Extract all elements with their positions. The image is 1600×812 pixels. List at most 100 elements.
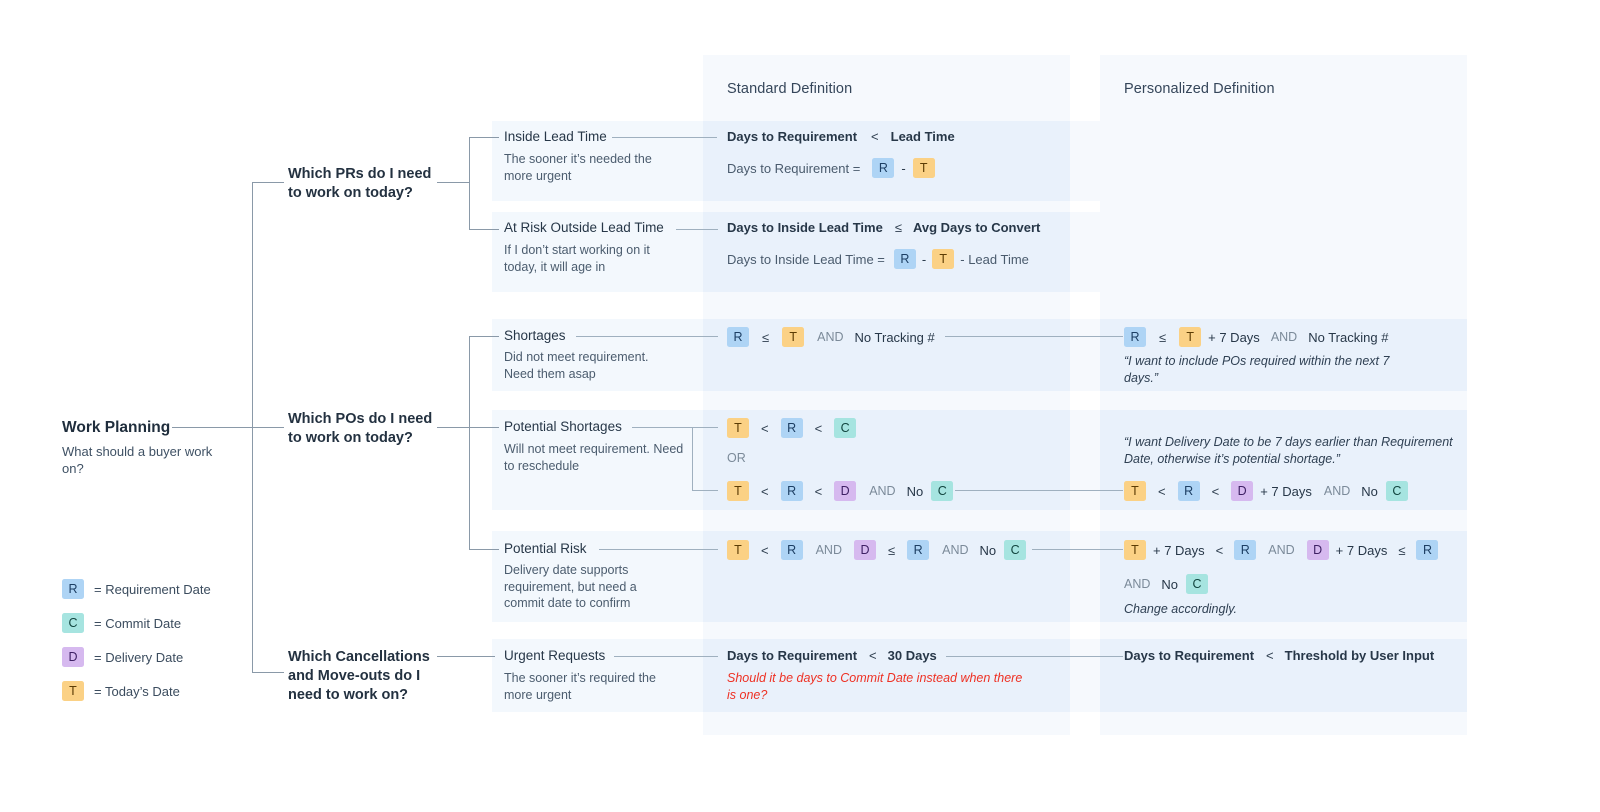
token-T-icon: T [727, 540, 749, 560]
connector-pos-child-2 [469, 427, 499, 428]
token-R-icon: R [893, 249, 916, 269]
formula-operator: < [1158, 483, 1166, 499]
formula-operator: < [1211, 483, 1220, 499]
formula-urgent-requests-standard: Days to Requirement < 30 Days [727, 648, 937, 663]
connector-pos-child-3 [469, 549, 499, 550]
formula-term: + 7 Days [1208, 329, 1260, 345]
formula-operator: < [1215, 542, 1224, 558]
formula-shortages-personalized: R ≤ T + 7 Days AND No Tracking # [1124, 327, 1388, 347]
token-R-icon: R [907, 540, 930, 560]
formula-urgent-requests-personalized: Days to Requirement < Threshold by User … [1124, 648, 1434, 663]
formula-suffix: - Lead Time [960, 251, 1029, 267]
formula-conjunction: AND [869, 484, 896, 498]
connector-urgent-std-to-pers [946, 656, 1123, 657]
formula-term: No Tracking # [854, 329, 935, 345]
node-subtitle-urgent-requests: The sooner it’s required the more urgent [504, 671, 656, 702]
token-C-icon: C [1186, 574, 1209, 594]
formula-term: No [1361, 483, 1378, 499]
formula-conjunction: AND [1323, 484, 1351, 498]
connector-pos-trunk [469, 336, 470, 549]
node-title-shortages: Shortages [504, 328, 566, 343]
formula-operator: < [761, 542, 769, 558]
note-urgent-requests: Should it be days to Commit Date instead… [727, 671, 1023, 702]
formula-term: + 7 Days [1260, 483, 1312, 499]
formula-operator: - [901, 160, 906, 176]
legend-label: = Today’s Date [94, 683, 180, 699]
formula-operator: < [814, 420, 823, 436]
token-T-icon: T [62, 681, 84, 701]
question-pos: Which POs do I need to work on today? [288, 411, 433, 446]
formula-operator: < [761, 483, 769, 499]
connector-prs-trunk [469, 137, 470, 229]
token-R-icon: R [1177, 481, 1200, 501]
bracket-potential-shortages [692, 427, 693, 490]
formula-term: Days to Requirement [1124, 648, 1255, 663]
root-subtitle: What should a buyer work on? [62, 444, 213, 476]
formula-prefix: Days to Inside Lead Time = [727, 251, 885, 267]
formula-inside-lead-time-line1: Days to Requirement < Lead Time [727, 129, 955, 144]
node-title-at-risk-outside-lead-time: At Risk Outside Lead Time [504, 220, 664, 235]
token-R-icon: R [1234, 540, 1257, 560]
formula-operator: < [1266, 648, 1274, 663]
connector-to-prs [252, 182, 284, 183]
token-R-icon: R [872, 158, 895, 178]
token-T-icon: T [1179, 327, 1202, 347]
formula-term: Days to Inside Lead Time [727, 220, 883, 235]
token-T-icon: T [912, 158, 935, 178]
formula-potential-shortages-b: T < R < D AND No C [727, 481, 954, 501]
formula-at-risk-line1: Days to Inside Lead Time ≤ Avg Days to C… [727, 220, 1040, 235]
token-R-icon: R [1124, 327, 1146, 347]
question-prs: Which PRs do I need to work on today? [288, 166, 432, 201]
formula-conjunction: AND [815, 543, 842, 557]
formula-term: Threshold by User Input [1284, 648, 1435, 663]
token-R-icon: R [727, 327, 749, 347]
formula-term: + 7 Days [1153, 542, 1205, 558]
formula-term: No [979, 542, 997, 558]
node-subtitle-shortages: Did not meet requirement. Need them asap [504, 350, 649, 381]
node-subtitle-potential-shortages: Will not meet requirement. Need to resch… [504, 442, 684, 473]
standard-definition-header: Standard Definition [727, 81, 853, 97]
root-title: Work Planning [62, 419, 171, 436]
connector-potential-shortages-to-bracket [632, 427, 692, 428]
formula-term: Days to Requirement [727, 129, 858, 144]
formula-potential-shortages-personalized: T < R < D + 7 Days AND No C [1124, 481, 1408, 501]
node-title-potential-shortages: Potential Shortages [504, 419, 622, 434]
connector-prs-child-2 [469, 229, 499, 230]
quote-potential-shortages: “I want Delivery Date to be 7 days earli… [1124, 435, 1453, 466]
formula-at-risk-line2: Days to Inside Lead Time = R - T - Lead … [727, 249, 1029, 269]
formula-term: No Tracking # [1308, 329, 1389, 345]
legend-item-commit-date: C = Commit Date [62, 613, 181, 633]
formula-operator: < [871, 129, 879, 144]
legend-item-delivery-date: D = Delivery Date [62, 647, 183, 667]
formula-operator: ≤ [894, 220, 902, 235]
node-subtitle-potential-risk: Delivery date supports requirement, but … [504, 563, 637, 610]
token-T-icon: T [932, 249, 955, 269]
token-T-icon: T [727, 418, 749, 438]
token-T-icon: T [1124, 481, 1146, 501]
connector-inside-lead-time-to-formula [612, 137, 717, 138]
token-R-icon: R [780, 540, 803, 560]
bracket-arm-bottom [692, 490, 718, 491]
token-C-icon: C [1385, 481, 1408, 501]
token-T-icon: T [782, 327, 805, 347]
node-subtitle-inside-lead-time: The sooner it’s needed the more urgent [504, 152, 652, 183]
legend-item-todays-date: T = Today’s Date [62, 681, 180, 701]
connector-urgent-requests-to-formula [614, 656, 718, 657]
bracket-arm-top [692, 427, 718, 428]
legend-item-requirement-date: R = Requirement Date [62, 579, 211, 599]
quote-potential-risk: Change accordingly. [1124, 602, 1238, 616]
token-T-icon: T [727, 481, 749, 501]
connector-root-out [172, 427, 252, 428]
token-D-icon: D [1231, 481, 1254, 501]
node-subtitle-at-risk-outside-lead-time: If I don’t start working on it today, it… [504, 243, 650, 274]
personalized-definition-header: Personalized Definition [1124, 81, 1275, 97]
token-T-icon: T [1124, 540, 1146, 560]
connector-shortages-to-formula [576, 336, 718, 337]
formula-term: 30 Days [887, 648, 937, 663]
token-D-icon: D [1306, 540, 1329, 560]
formula-term: + 7 Days [1335, 542, 1388, 558]
diagram-canvas: Standard Definition Personalized Definit… [0, 0, 1600, 812]
formula-term: No [1161, 576, 1179, 592]
connector-at-risk-to-formula [676, 229, 718, 230]
formula-inside-lead-time-line2: Days to Requirement = R - T [727, 158, 935, 178]
